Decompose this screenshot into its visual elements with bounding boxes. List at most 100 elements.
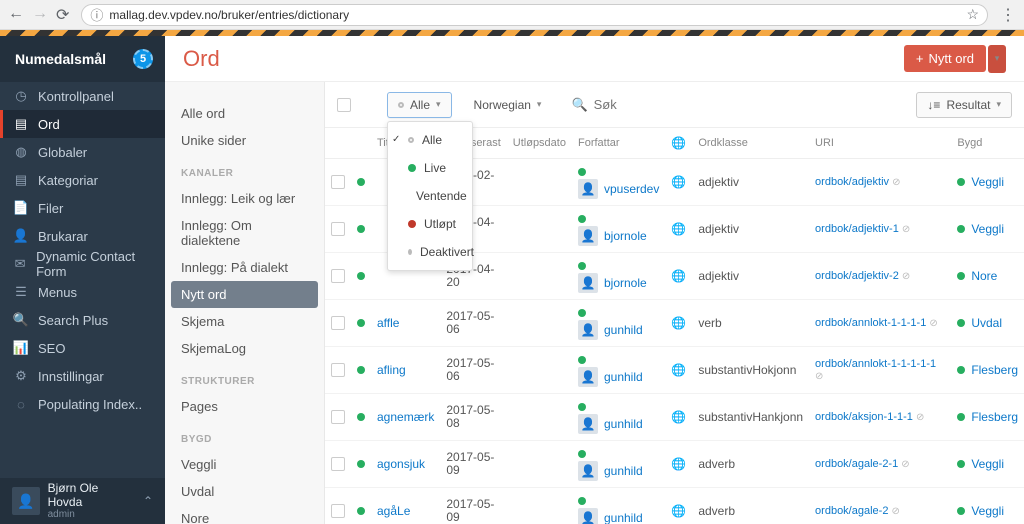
- status-option[interactable]: Deaktivert: [388, 238, 472, 266]
- row-checkbox[interactable]: [331, 316, 345, 330]
- author-link[interactable]: 👤bjornole: [578, 226, 659, 246]
- uri-link[interactable]: ordbok/annlokt-1-1-1-1-1: [815, 358, 936, 370]
- sidebar-footer[interactable]: 👤 Bjørn Ole Hovda admin ⌃: [0, 478, 165, 524]
- sidebar2-item[interactable]: Innlegg: Leik og lær: [165, 185, 324, 212]
- sidebar-item[interactable]: ▤Ord: [0, 110, 165, 138]
- row-checkbox[interactable]: [331, 504, 345, 518]
- col-globe[interactable]: 🌐: [665, 128, 692, 159]
- sidebar2-item[interactable]: Innlegg: Om dialektene: [165, 212, 324, 254]
- reload-icon[interactable]: ⟳: [56, 5, 69, 25]
- sidebar2-item[interactable]: Uvdal: [165, 478, 324, 505]
- new-entry-button[interactable]: + Nytt ord: [904, 45, 986, 72]
- table-row: agonsjuk2017-05-09👤gunhild🌐adverbordbok/…: [325, 441, 1024, 488]
- status-option[interactable]: ✓Alle: [388, 126, 472, 154]
- sidebar-item[interactable]: ▤Kategoriar: [0, 166, 165, 194]
- bygd-link[interactable]: Flesberg: [957, 363, 1018, 377]
- globe-icon[interactable]: 🌐: [671, 410, 686, 424]
- uri-link[interactable]: ordbok/aksjon-1-1-1: [815, 411, 913, 423]
- url-bar[interactable]: ⓘ mallag.dev.vpdev.no/bruker/entries/dic…: [81, 4, 988, 26]
- cell-expires: [507, 441, 572, 488]
- entry-title[interactable]: agnemærk: [377, 410, 434, 424]
- uri-link[interactable]: ordbok/agale-2-1: [815, 458, 898, 470]
- author-link[interactable]: 👤gunhild: [578, 320, 659, 340]
- author-link[interactable]: 👤gunhild: [578, 508, 659, 524]
- author-link[interactable]: 👤vpuserdev: [578, 179, 659, 199]
- globe-icon[interactable]: 🌐: [671, 457, 686, 471]
- entry-title[interactable]: affle: [377, 316, 399, 330]
- status-filter[interactable]: Alle ▾ ✓AlleLiveVentendeUtløptDeaktivert: [387, 92, 452, 118]
- author-link[interactable]: 👤bjornole: [578, 273, 659, 293]
- chevron-up-icon[interactable]: ⌃: [143, 494, 153, 508]
- sidebar-item[interactable]: ◷Kontrollpanel: [0, 82, 165, 110]
- globe-icon[interactable]: 🌐: [671, 504, 686, 518]
- resultat-button[interactable]: ↓≡ Resultat ▾: [916, 92, 1012, 118]
- row-checkbox[interactable]: [331, 175, 345, 189]
- sidebar2-item[interactable]: Veggli: [165, 451, 324, 478]
- sidebar-item[interactable]: ⚙Innstillingar: [0, 362, 165, 390]
- search-input[interactable]: [594, 97, 897, 112]
- bygd-link[interactable]: Veggli: [957, 222, 1018, 236]
- row-checkbox[interactable]: [331, 222, 345, 236]
- col-author[interactable]: Forfattar: [572, 128, 665, 159]
- status-dot-icon: [408, 137, 414, 143]
- status-option[interactable]: Live: [388, 154, 472, 182]
- row-checkbox[interactable]: [331, 410, 345, 424]
- row-checkbox[interactable]: [331, 457, 345, 471]
- forward-icon[interactable]: →: [32, 5, 48, 25]
- sidebar-item[interactable]: ◌Populating Index..: [0, 390, 165, 418]
- uri-link[interactable]: ordbok/agale-2: [815, 505, 888, 517]
- sidebar2-all[interactable]: Alle ord: [165, 100, 324, 127]
- uri-link[interactable]: ordbok/adjektiv: [815, 176, 889, 188]
- sidebar-item[interactable]: 👤Brukarar: [0, 222, 165, 250]
- sidebar-item[interactable]: 📄Filer: [0, 194, 165, 222]
- update-badge[interactable]: 5: [133, 49, 153, 69]
- bygd-link[interactable]: Uvdal: [957, 316, 1018, 330]
- globe-icon[interactable]: 🌐: [671, 316, 686, 330]
- uri-link[interactable]: ordbok/adjektiv-2: [815, 270, 899, 282]
- globe-icon[interactable]: 🌐: [671, 175, 686, 189]
- bygd-link[interactable]: Veggli: [957, 175, 1018, 189]
- back-icon[interactable]: ←: [8, 5, 24, 25]
- sidebar2-item[interactable]: Innlegg: På dialekt: [165, 254, 324, 281]
- entry-title[interactable]: agåLe: [377, 504, 410, 518]
- row-checkbox[interactable]: [331, 363, 345, 377]
- entry-title[interactable]: afling: [377, 363, 406, 377]
- bygd-link[interactable]: Veggli: [957, 457, 1018, 471]
- col-expires[interactable]: Utløpsdato: [507, 128, 572, 159]
- globe-icon[interactable]: 🌐: [671, 363, 686, 377]
- sidebar2-unique[interactable]: Unike sider: [165, 127, 324, 154]
- uri-link[interactable]: ordbok/adjektiv-1: [815, 223, 899, 235]
- status-option[interactable]: Utløpt: [388, 210, 472, 238]
- star-icon[interactable]: ☆: [966, 6, 979, 23]
- globe-icon[interactable]: 🌐: [671, 269, 686, 283]
- sidebar2-item[interactable]: Nore: [165, 505, 324, 524]
- author-link[interactable]: 👤gunhild: [578, 461, 659, 481]
- sidebar2-item[interactable]: Nytt ord: [171, 281, 318, 308]
- new-entry-dropdown[interactable]: ▾: [988, 45, 1006, 73]
- browser-menu-icon[interactable]: ⋮: [1000, 5, 1016, 25]
- locale-filter[interactable]: Norwegian ▾: [464, 92, 552, 118]
- col-uri[interactable]: URI: [809, 128, 951, 159]
- sidebar2-item[interactable]: Skjema: [165, 308, 324, 335]
- author-link[interactable]: 👤gunhild: [578, 414, 659, 434]
- nav-icon: ◌: [14, 397, 28, 411]
- bygd-link[interactable]: Nore: [957, 269, 1018, 283]
- bygd-link[interactable]: Veggli: [957, 504, 1018, 518]
- status-option[interactable]: Ventende: [388, 182, 472, 210]
- sidebar2-item[interactable]: Pages: [165, 393, 324, 420]
- sidebar-item[interactable]: ☰Menus: [0, 278, 165, 306]
- col-wordclass[interactable]: Ordklasse: [692, 128, 809, 159]
- sidebar2-item[interactable]: SkjemaLog: [165, 335, 324, 362]
- globe-icon[interactable]: 🌐: [671, 222, 686, 236]
- row-checkbox[interactable]: [331, 269, 345, 283]
- sidebar-item[interactable]: 📊SEO: [0, 334, 165, 362]
- uri-link[interactable]: ordbok/annlokt-1-1-1-1: [815, 317, 926, 329]
- sidebar-item[interactable]: ◍Globaler: [0, 138, 165, 166]
- entry-title[interactable]: agonsjuk: [377, 457, 425, 471]
- select-all-checkbox[interactable]: [337, 98, 351, 112]
- sidebar-item[interactable]: ✉Dynamic Contact Form: [0, 250, 165, 278]
- author-link[interactable]: 👤gunhild: [578, 367, 659, 387]
- sidebar-item[interactable]: 🔍Search Plus: [0, 306, 165, 334]
- col-bygd[interactable]: Bygd: [951, 128, 1024, 159]
- bygd-link[interactable]: Flesberg: [957, 410, 1018, 424]
